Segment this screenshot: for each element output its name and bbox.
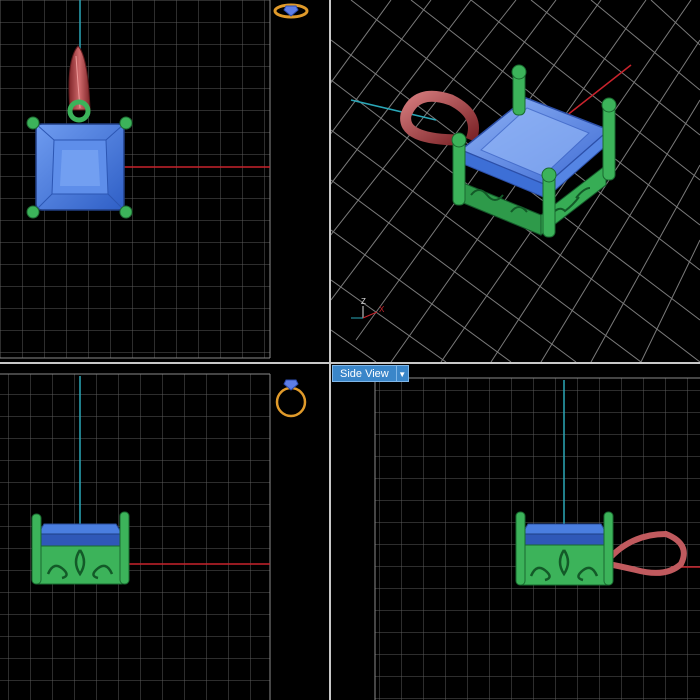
prong: [31, 513, 42, 585]
dropdown-arrow-icon[interactable]: ▼: [395, 365, 409, 382]
top-view-canvas[interactable]: [0, 0, 329, 362]
svg-text:Z: Z: [361, 297, 366, 306]
svg-text:X: X: [379, 305, 385, 314]
prong: [515, 511, 526, 586]
bail: [400, 90, 479, 146]
gemstone: [521, 523, 608, 535]
ring-front-view-icon[interactable]: [275, 379, 307, 418]
prong: [119, 511, 130, 585]
prong: [119, 205, 133, 219]
prong: [602, 104, 616, 181]
prong: [452, 139, 466, 206]
viewport-perspective[interactable]: Z X: [331, 0, 700, 362]
viewport-top[interactable]: [0, 0, 329, 362]
view-dropdown-label[interactable]: Side View: [332, 365, 396, 382]
view-dropdown[interactable]: Side View ▼: [332, 365, 409, 382]
prong: [26, 205, 40, 219]
x-axis: [560, 64, 632, 121]
side-view-canvas[interactable]: [331, 364, 700, 700]
ring-top-view-icon[interactable]: [273, 3, 309, 19]
prong: [119, 116, 133, 130]
prong: [603, 511, 614, 586]
prong: [542, 174, 556, 238]
gemstone: [37, 523, 123, 535]
viewport-front[interactable]: [0, 364, 329, 700]
front-view-canvas[interactable]: [0, 364, 329, 700]
viewport-side[interactable]: [331, 364, 700, 700]
perspective-canvas[interactable]: Z X: [331, 0, 700, 362]
prong: [26, 116, 40, 130]
